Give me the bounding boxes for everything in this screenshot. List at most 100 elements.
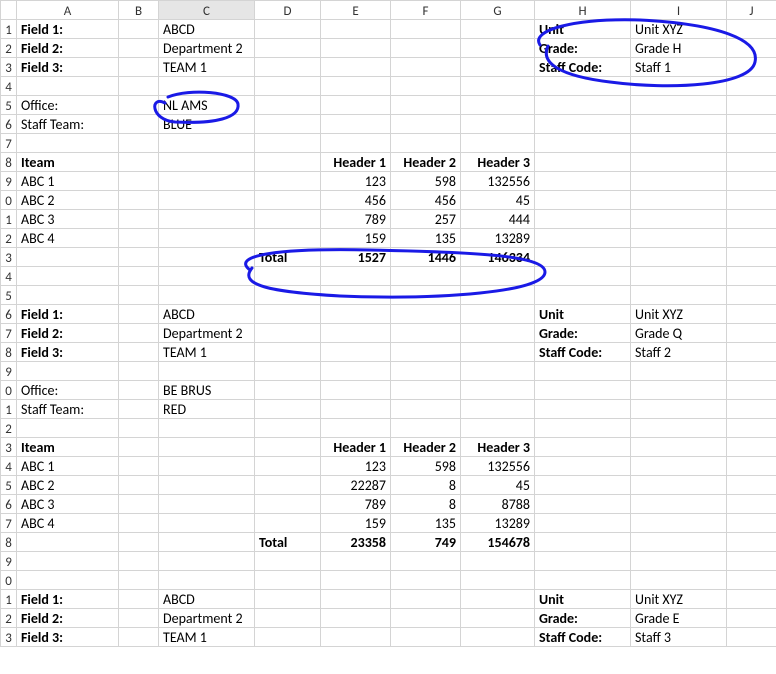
cell-I6[interactable] — [631, 115, 727, 134]
cell-A23[interactable]: Iteam — [17, 438, 119, 457]
cell-D17[interactable] — [255, 324, 321, 343]
cell-I17[interactable]: Grade Q — [631, 324, 727, 343]
cell-E25[interactable]: 22287 — [321, 476, 391, 495]
cell-E5[interactable] — [321, 96, 391, 115]
cell-F23[interactable]: Header 2 — [391, 438, 461, 457]
cell-E8[interactable]: Header 1 — [321, 153, 391, 172]
row-header-6[interactable]: 6 — [1, 115, 17, 134]
cell-D16[interactable] — [255, 305, 321, 324]
cell-D21[interactable] — [255, 400, 321, 419]
cell-A11[interactable]: ABC 3 — [17, 210, 119, 229]
cell-J29[interactable] — [727, 552, 776, 571]
cell-D9[interactable] — [255, 172, 321, 191]
cell-A13[interactable] — [17, 248, 119, 267]
cell-E9[interactable]: 123 — [321, 172, 391, 191]
cell-A10[interactable]: ABC 2 — [17, 191, 119, 210]
cell-I24[interactable] — [631, 457, 727, 476]
cell-C10[interactable] — [159, 191, 255, 210]
row-header-7[interactable]: 7 — [1, 134, 17, 153]
cell-H27[interactable] — [535, 514, 631, 533]
cell-E7[interactable] — [321, 134, 391, 153]
cell-I23[interactable] — [631, 438, 727, 457]
cell-F24[interactable]: 598 — [391, 457, 461, 476]
cell-H33[interactable]: Staff Code: — [535, 628, 631, 647]
cell-D27[interactable] — [255, 514, 321, 533]
cell-A14[interactable] — [17, 267, 119, 286]
cell-D30[interactable] — [255, 571, 321, 590]
cell-I4[interactable] — [631, 77, 727, 96]
cell-I9[interactable] — [631, 172, 727, 191]
cell-B19[interactable] — [119, 362, 159, 381]
row-header-26[interactable]: 6 — [1, 495, 17, 514]
cell-F11[interactable]: 257 — [391, 210, 461, 229]
cell-I15[interactable] — [631, 286, 727, 305]
cell-B27[interactable] — [119, 514, 159, 533]
cell-E29[interactable] — [321, 552, 391, 571]
cell-G31[interactable] — [461, 590, 535, 609]
cell-F10[interactable]: 456 — [391, 191, 461, 210]
row-header-32[interactable]: 2 — [1, 609, 17, 628]
col-header-E[interactable]: E — [321, 1, 391, 20]
cell-C3[interactable]: TEAM 1 — [159, 58, 255, 77]
cell-J19[interactable] — [727, 362, 776, 381]
cell-G7[interactable] — [461, 134, 535, 153]
cell-F27[interactable]: 135 — [391, 514, 461, 533]
cell-C26[interactable] — [159, 495, 255, 514]
cell-I14[interactable] — [631, 267, 727, 286]
cell-B17[interactable] — [119, 324, 159, 343]
cell-F26[interactable]: 8 — [391, 495, 461, 514]
cell-G12[interactable]: 13289 — [461, 229, 535, 248]
cell-F20[interactable] — [391, 381, 461, 400]
cell-G33[interactable] — [461, 628, 535, 647]
cell-J6[interactable] — [727, 115, 776, 134]
col-header-D[interactable]: D — [255, 1, 321, 20]
cell-C16[interactable]: ABCD — [159, 305, 255, 324]
cell-H7[interactable] — [535, 134, 631, 153]
cell-F17[interactable] — [391, 324, 461, 343]
cell-D2[interactable] — [255, 39, 321, 58]
cell-C4[interactable] — [159, 77, 255, 96]
cell-G19[interactable] — [461, 362, 535, 381]
cell-E11[interactable]: 789 — [321, 210, 391, 229]
cell-B15[interactable] — [119, 286, 159, 305]
cell-H26[interactable] — [535, 495, 631, 514]
cell-E14[interactable] — [321, 267, 391, 286]
cell-F21[interactable] — [391, 400, 461, 419]
cell-D10[interactable] — [255, 191, 321, 210]
cell-J3[interactable] — [727, 58, 776, 77]
cell-H21[interactable] — [535, 400, 631, 419]
cell-C23[interactable] — [159, 438, 255, 457]
cell-A3[interactable]: Field 3: — [17, 58, 119, 77]
cell-J21[interactable] — [727, 400, 776, 419]
cell-F5[interactable] — [391, 96, 461, 115]
cell-B6[interactable] — [119, 115, 159, 134]
cell-C27[interactable] — [159, 514, 255, 533]
cell-F19[interactable] — [391, 362, 461, 381]
cell-A15[interactable] — [17, 286, 119, 305]
row-header-18[interactable]: 8 — [1, 343, 17, 362]
cell-A32[interactable]: Field 2: — [17, 609, 119, 628]
cell-B29[interactable] — [119, 552, 159, 571]
cell-J25[interactable] — [727, 476, 776, 495]
row-header-19[interactable]: 9 — [1, 362, 17, 381]
cell-E15[interactable] — [321, 286, 391, 305]
cell-D22[interactable] — [255, 419, 321, 438]
cell-H2[interactable]: Grade: — [535, 39, 631, 58]
cell-F25[interactable]: 8 — [391, 476, 461, 495]
cell-J9[interactable] — [727, 172, 776, 191]
cell-B4[interactable] — [119, 77, 159, 96]
cell-C25[interactable] — [159, 476, 255, 495]
cell-E6[interactable] — [321, 115, 391, 134]
cell-D25[interactable] — [255, 476, 321, 495]
cell-I11[interactable] — [631, 210, 727, 229]
cell-H13[interactable] — [535, 248, 631, 267]
cell-J27[interactable] — [727, 514, 776, 533]
cell-H29[interactable] — [535, 552, 631, 571]
cell-E21[interactable] — [321, 400, 391, 419]
cell-I12[interactable] — [631, 229, 727, 248]
cell-C29[interactable] — [159, 552, 255, 571]
cell-G22[interactable] — [461, 419, 535, 438]
cell-A12[interactable]: ABC 4 — [17, 229, 119, 248]
cell-H3[interactable]: Staff Code: — [535, 58, 631, 77]
cell-F8[interactable]: Header 2 — [391, 153, 461, 172]
